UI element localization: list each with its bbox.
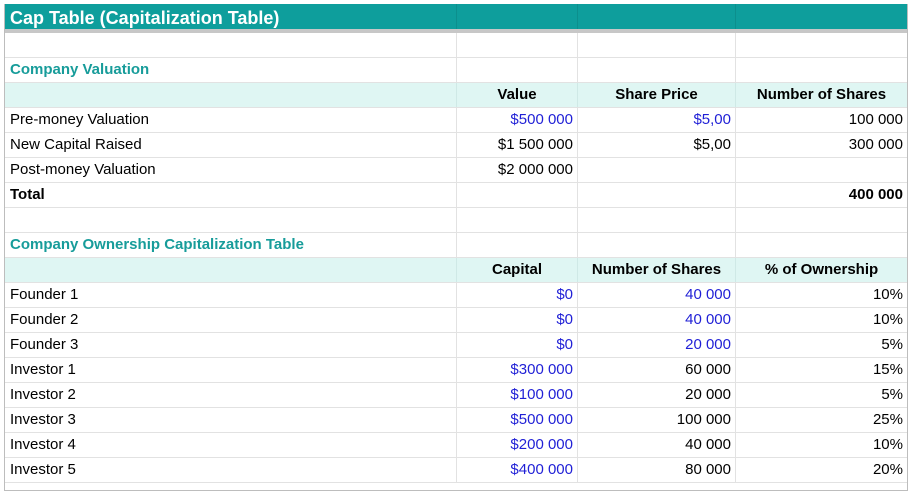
shares-cell[interactable]: 100 000	[578, 408, 736, 432]
capital-cell[interactable]: $0	[457, 308, 578, 332]
title-row: Cap Table (Capitalization Table)	[5, 4, 907, 33]
shares-cell[interactable]: 60 000	[578, 358, 736, 382]
ownership-header-row: Capital Number of Shares % of Ownership	[5, 258, 907, 283]
cell[interactable]	[457, 208, 578, 232]
cell[interactable]	[736, 208, 907, 232]
cell[interactable]	[736, 33, 907, 57]
cell[interactable]	[457, 183, 578, 207]
capital-cell[interactable]: $100 000	[457, 383, 578, 407]
pct-cell[interactable]: 5%	[736, 383, 907, 407]
cell[interactable]	[5, 33, 457, 57]
header-share-price[interactable]: Share Price	[578, 83, 736, 107]
table-row: Investor 5 $400 000 80 000 20%	[5, 458, 907, 483]
shares-cell[interactable]: 20 000	[578, 333, 736, 357]
row-label[interactable]: Founder 2	[5, 308, 457, 332]
valuation-header-row: Value Share Price Number of Shares	[5, 83, 907, 108]
cell[interactable]	[457, 58, 578, 82]
value-cell[interactable]: $500 000	[457, 108, 578, 132]
section-title-row: Company Valuation	[5, 58, 907, 83]
pct-cell[interactable]: 10%	[736, 283, 907, 307]
blank-row	[5, 33, 907, 58]
table-row: Founder 2 $0 40 000 10%	[5, 308, 907, 333]
sheet-title[interactable]: Cap Table (Capitalization Table)	[5, 4, 457, 29]
cell[interactable]	[457, 4, 578, 29]
shares-cell[interactable]: 40 000	[578, 308, 736, 332]
capital-cell[interactable]: $300 000	[457, 358, 578, 382]
row-label[interactable]: Investor 1	[5, 358, 457, 382]
header-number-of-shares[interactable]: Number of Shares	[736, 83, 907, 107]
table-row: Investor 1 $300 000 60 000 15%	[5, 358, 907, 383]
valuation-section-title[interactable]: Company Valuation	[5, 58, 457, 82]
pct-cell[interactable]: 10%	[736, 433, 907, 457]
total-label[interactable]: Total	[5, 183, 457, 207]
capital-cell[interactable]: $400 000	[457, 458, 578, 482]
table-row: Investor 2 $100 000 20 000 5%	[5, 383, 907, 408]
value-cell[interactable]: $2 000 000	[457, 158, 578, 182]
shares-cell[interactable]: 20 000	[578, 383, 736, 407]
row-label[interactable]: Post-money Valuation	[5, 158, 457, 182]
shares-cell[interactable]: 40 000	[578, 433, 736, 457]
shares-cell[interactable]: 100 000	[736, 108, 907, 132]
capital-cell[interactable]: $0	[457, 283, 578, 307]
cell[interactable]	[5, 208, 457, 232]
row-label[interactable]: Founder 3	[5, 333, 457, 357]
pct-cell[interactable]: 25%	[736, 408, 907, 432]
pct-cell[interactable]: 20%	[736, 458, 907, 482]
row-label[interactable]: Pre-money Valuation	[5, 108, 457, 132]
cell[interactable]	[578, 208, 736, 232]
shares-cell[interactable]: 80 000	[578, 458, 736, 482]
row-label[interactable]: Founder 1	[5, 283, 457, 307]
table-row: Investor 3 $500 000 100 000 25%	[5, 408, 907, 433]
blank-row	[5, 208, 907, 233]
table-row: Founder 3 $0 20 000 5%	[5, 333, 907, 358]
cell[interactable]	[736, 233, 907, 257]
pct-cell[interactable]: 10%	[736, 308, 907, 332]
header-pct-ownership[interactable]: % of Ownership	[736, 258, 907, 282]
cell[interactable]	[578, 4, 736, 29]
share-price-cell[interactable]: $5,00	[578, 133, 736, 157]
total-shares[interactable]: 400 000	[736, 183, 907, 207]
ownership-section-title[interactable]: Company Ownership Capitalization Table	[5, 233, 457, 257]
pct-cell[interactable]: 15%	[736, 358, 907, 382]
capital-cell[interactable]: $200 000	[457, 433, 578, 457]
cell[interactable]	[5, 258, 457, 282]
capital-cell[interactable]: $0	[457, 333, 578, 357]
row-label[interactable]: Investor 5	[5, 458, 457, 482]
share-price-cell[interactable]	[578, 158, 736, 182]
cell[interactable]	[578, 58, 736, 82]
cell[interactable]	[578, 233, 736, 257]
header-value[interactable]: Value	[457, 83, 578, 107]
table-row: Pre-money Valuation $500 000 $5,00 100 0…	[5, 108, 907, 133]
header-capital[interactable]: Capital	[457, 258, 578, 282]
cell[interactable]	[578, 183, 736, 207]
cell[interactable]	[457, 33, 578, 57]
share-price-cell[interactable]: $5,00	[578, 108, 736, 132]
table-row: Founder 1 $0 40 000 10%	[5, 283, 907, 308]
value-cell[interactable]: $1 500 000	[457, 133, 578, 157]
section-title-row: Company Ownership Capitalization Table	[5, 233, 907, 258]
row-label[interactable]: Investor 3	[5, 408, 457, 432]
pct-cell[interactable]: 5%	[736, 333, 907, 357]
cell[interactable]	[736, 4, 907, 29]
shares-cell[interactable]	[736, 158, 907, 182]
total-row: Total 400 000	[5, 183, 907, 208]
shares-cell[interactable]: 40 000	[578, 283, 736, 307]
table-row: Investor 4 $200 000 40 000 10%	[5, 433, 907, 458]
row-label[interactable]: New Capital Raised	[5, 133, 457, 157]
cell[interactable]	[736, 58, 907, 82]
capital-cell[interactable]: $500 000	[457, 408, 578, 432]
cell[interactable]	[5, 83, 457, 107]
spreadsheet-grid: Cap Table (Capitalization Table) Company…	[4, 4, 908, 491]
cell[interactable]	[578, 33, 736, 57]
row-label[interactable]: Investor 4	[5, 433, 457, 457]
header-number-of-shares[interactable]: Number of Shares	[578, 258, 736, 282]
shares-cell[interactable]: 300 000	[736, 133, 907, 157]
table-row: Post-money Valuation $2 000 000	[5, 158, 907, 183]
row-label[interactable]: Investor 2	[5, 383, 457, 407]
table-row: New Capital Raised $1 500 000 $5,00 300 …	[5, 133, 907, 158]
cell[interactable]	[457, 233, 578, 257]
